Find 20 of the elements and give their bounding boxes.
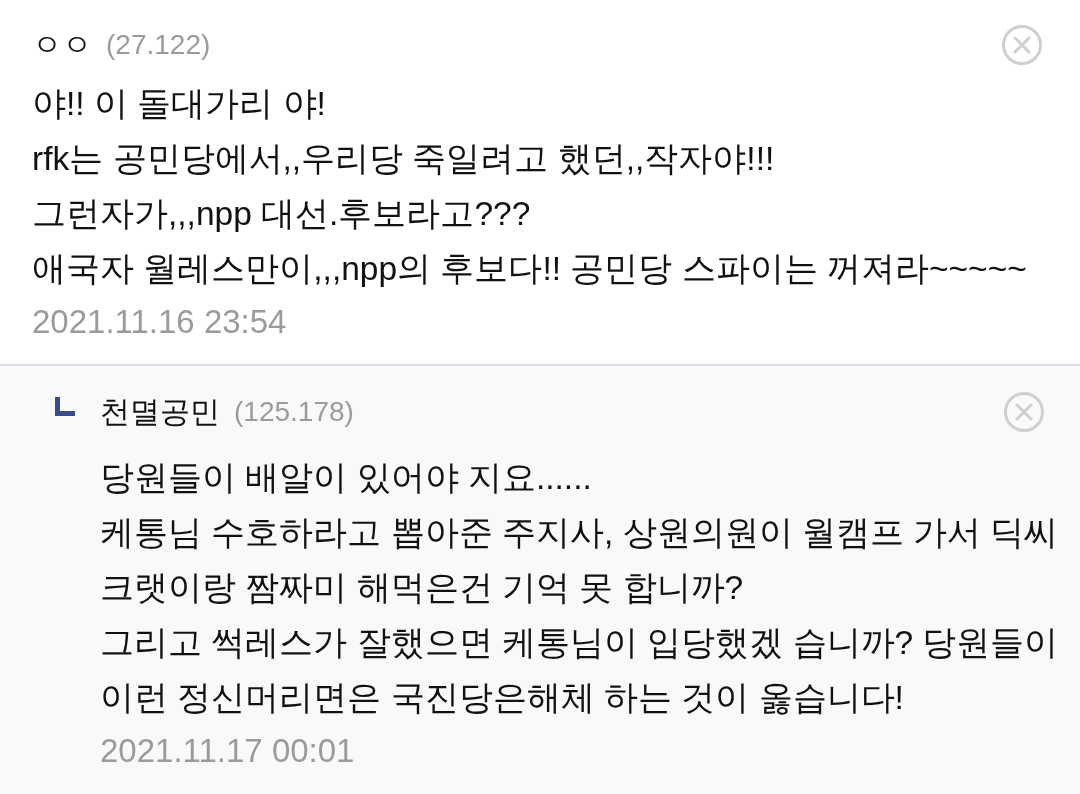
comment-text: rfk는 공민당에서,,우리당 죽일려고 했던,,작자야!!! bbox=[32, 139, 776, 179]
close-icon bbox=[1002, 25, 1042, 65]
author-ip: (125.178) bbox=[234, 396, 354, 428]
close-button[interactable] bbox=[1002, 25, 1042, 65]
comment-text: 그런자가,,,npp 대선.후보라고??? bbox=[32, 194, 532, 234]
comment-text: 그리고 썩레스가 잘했으면 케통님이 입당했겠 습니까? 당원들이 bbox=[100, 623, 1059, 663]
comment-text: 크랫이랑 짬짜미 해먹은건 기억 못 합니까? bbox=[100, 568, 745, 608]
comment-author: ㅇㅇ bbox=[32, 26, 92, 63]
comment-text: 이런 정신머리면은 국진당은해체 하는 것이 옳습니다! bbox=[100, 678, 905, 718]
reply-corner-icon bbox=[55, 397, 75, 416]
comment-text: 당원들이 배알이 있어야 지요...... bbox=[100, 458, 593, 498]
comment-text: 케통님 수호하라고 뽑아준 주지사, 상원의원이 월캠프 가서 딕씨 bbox=[100, 513, 1059, 553]
close-icon bbox=[1004, 392, 1045, 432]
comment-text: 애국자 월레스만이,,,npp의 후보다!! 공민당 스파이는 꺼져라~~~~~ bbox=[32, 249, 1028, 289]
comment-date: 2021.11.17 00:01 bbox=[100, 731, 356, 771]
author-ip: (27.122) bbox=[106, 29, 211, 61]
comment-text: 야!! 이 돌대가리 야! bbox=[32, 84, 327, 124]
comment-date: 2021.11.16 23:54 bbox=[32, 302, 288, 342]
close-button[interactable] bbox=[1004, 392, 1045, 432]
comment-author: 천멸공민 bbox=[100, 393, 220, 430]
